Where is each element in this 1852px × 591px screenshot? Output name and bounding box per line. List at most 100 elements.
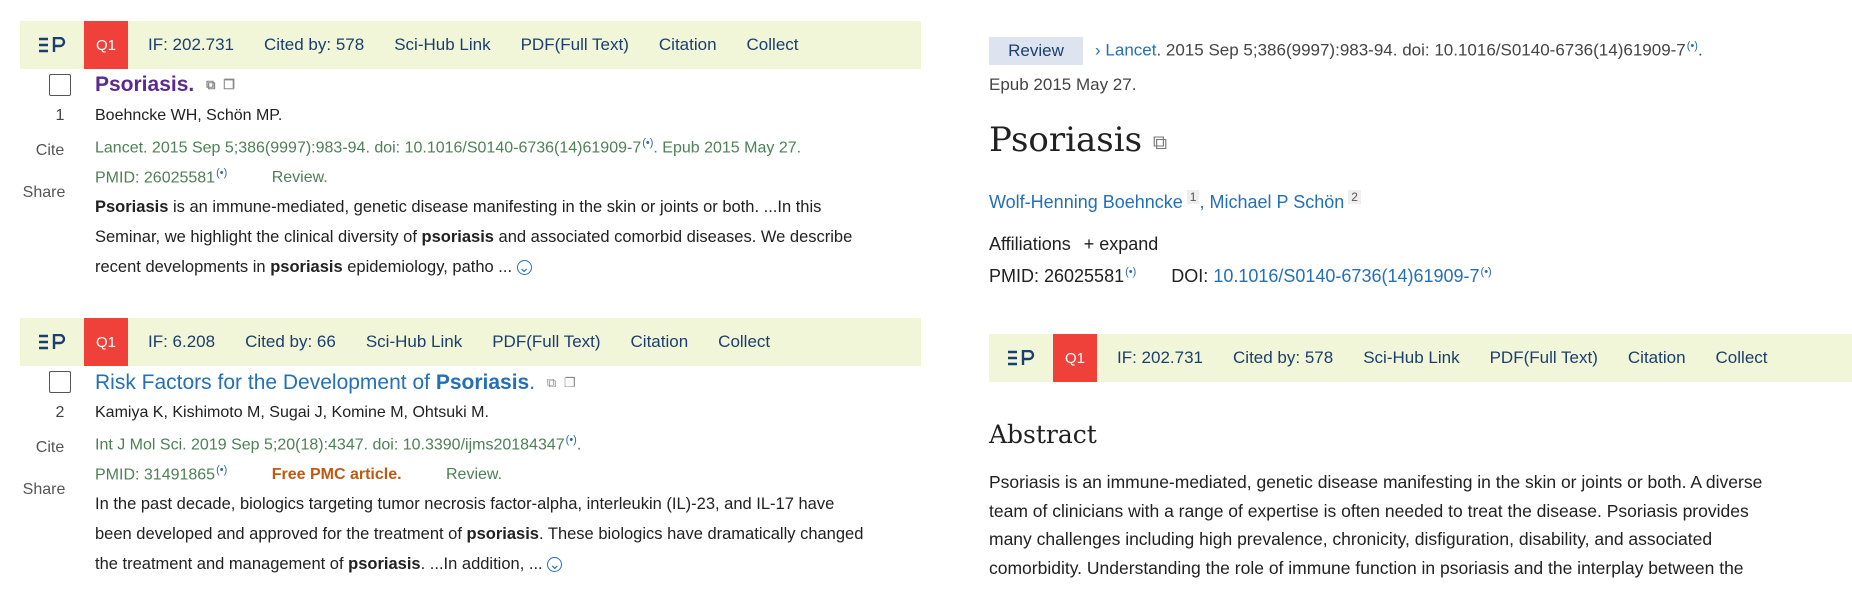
snippet-text: recent developments in: [95, 258, 271, 276]
signal-icon[interactable]: (•): [216, 167, 227, 179]
highlight: psoriasis: [421, 228, 494, 246]
copy-icon[interactable]: ❐: [564, 375, 576, 391]
signal-icon[interactable]: (•): [642, 137, 653, 149]
result-1-epub: . Epub 2015 May 27.: [653, 139, 802, 157]
detail-epub: Epub 2015 May 27.: [989, 75, 1137, 94]
result-2-citation-text: Int J Mol Sci. 2019 Sep 5;20(18):4347. d…: [95, 436, 565, 454]
result-2-title-text[interactable]: Risk Factors for the Development of: [95, 371, 436, 394]
result-1-share-button[interactable]: Share: [14, 184, 74, 202]
highlight: Psoriasis: [95, 198, 169, 216]
result-1-cite-button[interactable]: Cite: [20, 142, 80, 160]
pdf-full-text-link[interactable]: PDF(Full Text): [521, 35, 629, 55]
impact-factor: IF: 202.731: [148, 35, 235, 54]
result-1-number: 1: [55, 107, 65, 124]
result-2-share-button[interactable]: Share: [14, 481, 74, 499]
result-1-pmid-line: PMID: 26025581(•) Review.: [95, 167, 328, 187]
collect-link[interactable]: Collect: [1716, 348, 1768, 368]
sci-hub-link[interactable]: Sci-Hub Link: [394, 35, 490, 55]
result-1-citation: Lancet. 2015 Sep 5;386(9997):983-94. doi…: [95, 137, 801, 157]
ep-logo-icon[interactable]: [32, 334, 72, 350]
snippet-text: the treatment and management of: [95, 555, 349, 573]
highlight: psoriasis: [466, 525, 539, 543]
abstract-line: comorbidity. Understanding the role of i…: [989, 557, 1744, 578]
detail-authors: Wolf-Henning Boehncke 1, Michael P Schön 2: [989, 190, 1361, 213]
citation-link[interactable]: Citation: [631, 332, 689, 352]
result-2-snippet: In the past decade, biologics targeting …: [95, 489, 925, 579]
impact-factor: IF: 202.731: [1117, 348, 1204, 367]
affiliation-ref[interactable]: 2: [1348, 190, 1361, 204]
journal-link[interactable]: Lancet: [1105, 41, 1156, 60]
result-2-cite-button[interactable]: Cite: [20, 439, 80, 457]
ep-logo-icon[interactable]: [32, 37, 72, 53]
result-1-snippet: Psoriasis is an immune-mediated, genetic…: [95, 192, 915, 282]
abstract-line: many challenges including high prevalenc…: [989, 529, 1713, 549]
author-separator: ,: [1199, 192, 1210, 212]
result-1-citation-text: Lancet. 2015 Sep 5;386(9997):983-94. doi…: [95, 139, 642, 157]
free-pmc-article-link[interactable]: Free PMC article.: [272, 466, 402, 483]
author-link[interactable]: Michael P Schön: [1209, 192, 1344, 212]
result-2-title-end[interactable]: .: [529, 371, 535, 394]
article-title-text: Psoriasis: [989, 120, 1143, 160]
expand-affiliations-button[interactable]: + expand: [1084, 234, 1159, 254]
snippet-text: . These biologics have dramatically chan…: [539, 525, 864, 543]
result-2-citation-end: .: [576, 436, 582, 454]
result-2-title[interactable]: Risk Factors for the Development of Psor…: [95, 371, 576, 395]
affiliations-row: Affiliations + expand: [989, 234, 1158, 255]
result-1-title-text[interactable]: Psoriasis.: [95, 73, 194, 96]
pdf-full-text-link[interactable]: PDF(Full Text): [492, 332, 600, 352]
collect-link[interactable]: Collect: [747, 35, 799, 55]
affiliation-ref[interactable]: 1: [1186, 190, 1200, 204]
chevron-down-icon[interactable]: ⌄: [547, 557, 563, 572]
detail-toolbar: Q1 IF: 202.731 Cited by: 578 Sci-Hub Lin…: [989, 334, 1852, 382]
copy-icon[interactable]: ❐: [223, 77, 235, 93]
citation-link[interactable]: Citation: [659, 35, 717, 55]
affiliations-label: Affiliations: [989, 234, 1071, 254]
doi-link[interactable]: 10.1016/S0140-6736(14)61909-7: [1213, 266, 1479, 286]
snippet-text: is an immune-mediated, genetic disease m…: [168, 198, 822, 216]
translate-icon[interactable]: ⧉: [206, 77, 215, 93]
result-2-number: 2: [55, 404, 65, 421]
result-1-toolbar: Q1 IF: 202.731 Cited by: 578 Sci-Hub Lin…: [20, 21, 921, 69]
result-2-title-highlight[interactable]: Psoriasis: [436, 371, 529, 394]
pdf-full-text-link[interactable]: PDF(Full Text): [1490, 348, 1598, 368]
result-2-checkbox[interactable]: [49, 371, 71, 393]
abstract-text: Psoriasis is an immune-mediated, genetic…: [989, 468, 1839, 582]
signal-icon[interactable]: (•): [1481, 266, 1492, 278]
pmid-value: PMID: 26025581: [989, 266, 1125, 286]
chevron-right-icon: ›: [1095, 40, 1101, 60]
result-1-checkbox[interactable]: [49, 74, 71, 96]
result-2-authors: Kamiya K, Kishimoto M, Sugai J, Komine M…: [95, 404, 489, 421]
result-2-pmid-line: PMID: 31491865(•) Free PMC article. Revi…: [95, 464, 502, 484]
sci-hub-link[interactable]: Sci-Hub Link: [366, 332, 462, 352]
result-1-pmid: PMID: 26025581: [95, 169, 216, 187]
translate-icon[interactable]: ⧉: [547, 375, 556, 391]
snippet-text: and associated comorbid diseases. We des…: [493, 228, 853, 246]
quartile-badge: Q1: [1053, 334, 1097, 382]
citation-link[interactable]: Citation: [1628, 348, 1686, 368]
highlight: psoriasis: [348, 555, 421, 573]
identifiers-row: PMID: 26025581(•) DOI: 10.1016/S0140-673…: [989, 266, 1492, 287]
review-badge: Review: [989, 37, 1083, 65]
signal-icon[interactable]: (•): [566, 434, 577, 446]
snippet-text: . ...In addition, ...: [420, 555, 543, 573]
sci-hub-link[interactable]: Sci-Hub Link: [1363, 348, 1459, 368]
signal-icon[interactable]: (•): [216, 464, 227, 476]
result-2-toolbar: Q1 IF: 6.208 Cited by: 66 Sci-Hub Link P…: [20, 318, 921, 366]
highlight: psoriasis: [270, 258, 343, 276]
signal-icon[interactable]: (•): [1125, 266, 1136, 278]
ep-logo-icon[interactable]: [1001, 350, 1041, 366]
author-link[interactable]: Wolf-Henning Boehncke: [989, 192, 1183, 212]
cited-by-link[interactable]: Cited by: 578: [1233, 348, 1333, 368]
result-1-title[interactable]: Psoriasis. ⧉ ❐: [95, 73, 235, 97]
article-title: Psoriasis ⧉: [989, 120, 1167, 160]
quartile-badge: Q1: [84, 21, 128, 69]
collect-link[interactable]: Collect: [718, 332, 770, 352]
result-2-review-label: Review.: [446, 466, 503, 484]
cited-by-link[interactable]: Cited by: 578: [264, 35, 364, 55]
abstract-heading: Abstract: [989, 420, 1097, 449]
translate-icon[interactable]: ⧉: [1153, 130, 1167, 154]
detail-citation: › Lancet. 2015 Sep 5;386(9997):983-94. d…: [1095, 40, 1703, 61]
chevron-down-icon[interactable]: ⌄: [516, 260, 532, 275]
signal-icon[interactable]: (•): [1687, 40, 1698, 52]
cited-by-link[interactable]: Cited by: 66: [245, 332, 336, 352]
